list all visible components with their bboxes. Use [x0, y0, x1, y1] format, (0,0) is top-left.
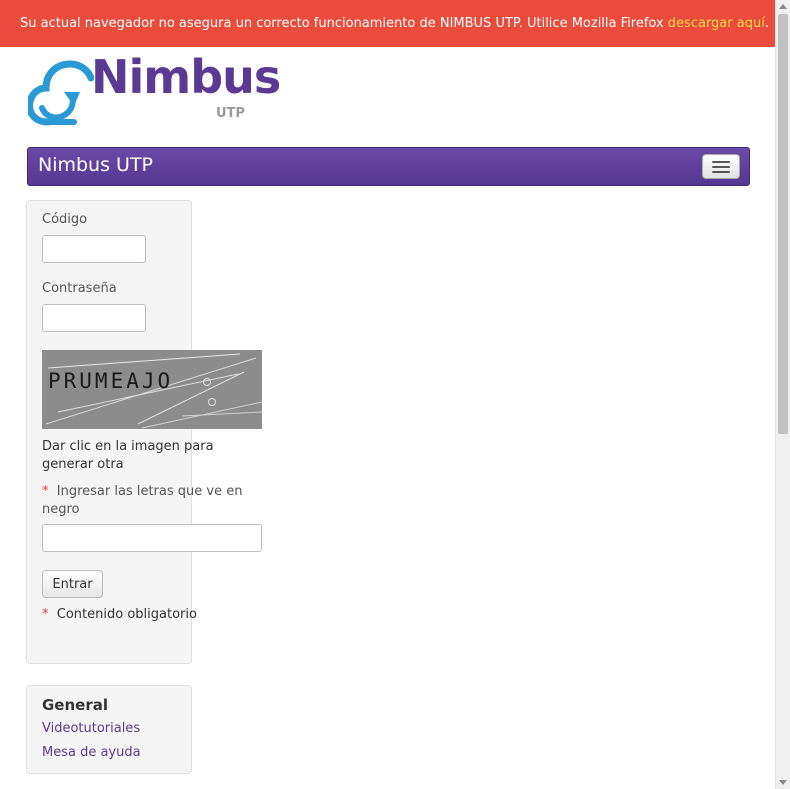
general-title: General [42, 696, 108, 714]
top-navbar: Nimbus UTP [27, 147, 750, 186]
captcha-field-label-text: Ingresar las letras que ve en negro [42, 484, 243, 517]
navbar-toggle-button[interactable] [702, 154, 740, 179]
cloud-arrow-icon [28, 60, 94, 126]
code-input[interactable] [42, 235, 146, 263]
scrollbar-thumb[interactable] [778, 14, 788, 434]
captcha-field-label: * Ingresar las letras que ve en negro [42, 483, 257, 519]
logo-subtitle: UTP [216, 106, 245, 121]
required-note: * Contenido obligatorio [42, 607, 197, 622]
help-desk-link[interactable]: Mesa de ayuda [42, 745, 141, 760]
logo-wordmark: Nimbus [91, 50, 281, 104]
captcha-text: PRUMEAJO [48, 369, 173, 393]
hamburger-menu-icon [712, 160, 730, 163]
nimbus-logo[interactable]: Nimbus UTP [28, 50, 281, 130]
download-firefox-link[interactable]: descargar aquí [668, 16, 765, 31]
required-note-text: Contenido obligatorio [56, 607, 197, 622]
general-panel: General Videotutoriales Mesa de ayuda [26, 685, 192, 774]
required-asterisk: * [42, 484, 49, 499]
browser-warning-banner: Su actual navegador no asegura un correc… [0, 0, 775, 47]
captcha-help-text: Dar clic en la imagen para generar otra [42, 439, 214, 472]
required-asterisk: * [42, 607, 49, 622]
vertical-scrollbar[interactable] [775, 0, 790, 789]
submit-button[interactable]: Entrar [42, 570, 103, 598]
login-panel: Código Contraseña PRUMEAJO Dar clic en l… [26, 200, 262, 664]
navbar-brand[interactable]: Nimbus UTP [38, 154, 153, 176]
password-input[interactable] [42, 304, 146, 332]
code-label: Código [42, 212, 88, 227]
videotutorials-link[interactable]: Videotutoriales [42, 721, 140, 736]
browser-warning-suffix: . [764, 16, 769, 31]
hamburger-menu-icon [712, 170, 730, 173]
browser-warning-text: Su actual navegador no asegura un correc… [20, 16, 668, 31]
captcha-image[interactable]: PRUMEAJO [42, 350, 262, 429]
scroll-down-arrow-icon[interactable] [779, 780, 787, 785]
password-label: Contraseña [42, 281, 117, 296]
scroll-up-arrow-icon[interactable] [779, 4, 787, 9]
captcha-answer-input[interactable] [42, 524, 262, 552]
hamburger-menu-icon [712, 165, 730, 168]
